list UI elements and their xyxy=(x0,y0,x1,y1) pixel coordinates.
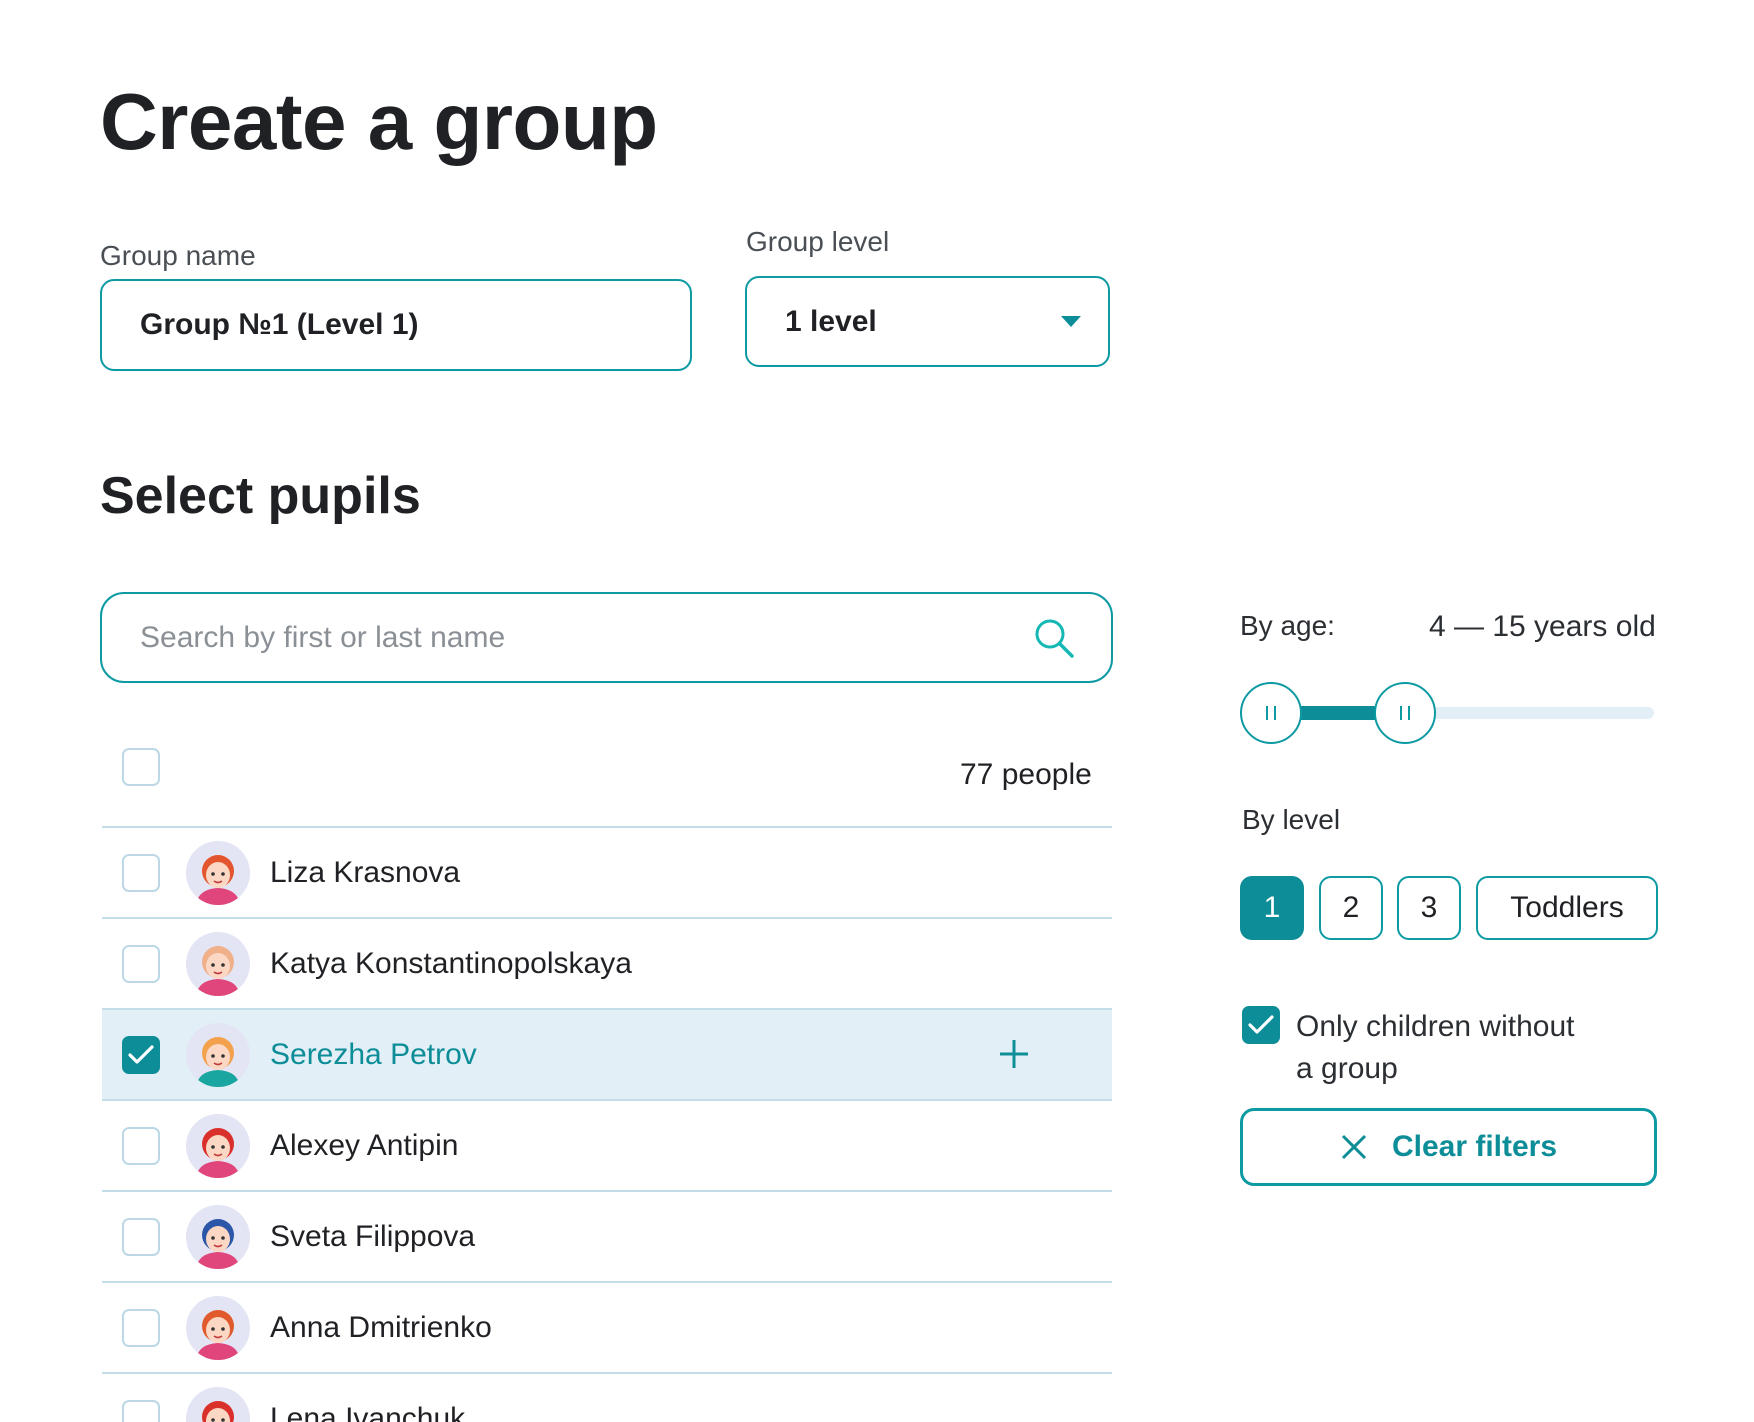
pupil-name: Katya Konstantinopolskaya xyxy=(270,946,632,980)
age-range-slider[interactable] xyxy=(1240,681,1654,745)
avatar xyxy=(186,1113,250,1178)
group-name-value: Group №1 (Level 1) xyxy=(140,308,419,341)
avatar xyxy=(186,931,250,996)
pupil-name: Sveta Filippova xyxy=(270,1219,476,1253)
avatar-icon xyxy=(186,931,250,996)
only-without-group-label: Only children without a group xyxy=(1296,1010,1575,1085)
search-box xyxy=(100,592,1113,683)
pupil-name: Anna Dmitrienko xyxy=(270,1310,492,1344)
group-level-label: Group level xyxy=(746,226,890,257)
avatar-icon xyxy=(186,1386,250,1422)
slider-thumb-min[interactable] xyxy=(1240,682,1302,744)
pupil-checkbox[interactable] xyxy=(122,1126,160,1165)
avatar-icon xyxy=(186,1204,250,1269)
level-option-1[interactable]: 1 xyxy=(1240,876,1304,940)
grip-icon xyxy=(1399,706,1410,720)
group-level-select[interactable]: 1 level xyxy=(745,276,1110,367)
search-input[interactable] xyxy=(138,619,1033,656)
pupil-row[interactable]: Serezha Petrov xyxy=(102,1008,1112,1099)
page-title: Create a group xyxy=(100,77,658,166)
pupil-row[interactable]: Alexey Antipin xyxy=(102,1099,1112,1190)
close-icon xyxy=(1341,1134,1367,1160)
avatar-icon xyxy=(186,1022,250,1087)
search-icon[interactable] xyxy=(1033,617,1075,659)
select-all-checkbox[interactable] xyxy=(122,748,160,786)
clear-filters-label: Clear filters xyxy=(1391,1130,1558,1163)
pupil-row[interactable]: Liza Krasnova xyxy=(102,826,1112,917)
grip-icon xyxy=(1266,706,1276,720)
avatar xyxy=(186,1295,250,1360)
chevron-down-icon xyxy=(1061,315,1081,327)
pupil-checkbox[interactable] xyxy=(122,1035,160,1074)
pupil-checkbox[interactable] xyxy=(122,1399,160,1422)
add-pupil-button[interactable] xyxy=(996,1036,1032,1072)
pupil-row[interactable]: Anna Dmitrienko xyxy=(102,1281,1112,1372)
level-filter-label: By level xyxy=(1242,804,1341,835)
avatar xyxy=(186,840,250,905)
level-option-2[interactable]: 2 xyxy=(1319,876,1383,940)
avatar xyxy=(186,1022,250,1087)
avatar-icon xyxy=(186,1113,250,1178)
people-count: 77 people xyxy=(960,758,1092,791)
pupil-name: Alexey Antipin xyxy=(270,1128,459,1162)
group-name-label: Group name xyxy=(100,240,256,271)
pupil-name: Lena Ivanchuk xyxy=(270,1401,466,1422)
level-option-3[interactable]: 3 xyxy=(1397,876,1461,940)
only-without-group-checkbox[interactable] xyxy=(1242,1006,1280,1044)
age-filter-label: By age: xyxy=(1240,610,1335,641)
pupil-checkbox[interactable] xyxy=(122,944,160,983)
pupil-name: Liza Krasnova xyxy=(270,855,461,889)
pupil-checkbox[interactable] xyxy=(122,1217,160,1256)
slider-thumb-max[interactable] xyxy=(1373,682,1436,744)
age-range-value: 4 — 15 years old xyxy=(1429,610,1656,643)
pupil-name: Serezha Petrov xyxy=(270,1037,477,1071)
avatar-icon xyxy=(186,1295,250,1360)
avatar-icon xyxy=(186,840,250,905)
pupil-row[interactable]: Katya Konstantinopolskaya xyxy=(102,917,1112,1008)
clear-filters-button[interactable]: Clear filters xyxy=(1240,1108,1657,1186)
pupil-row[interactable]: Sveta Filippova xyxy=(102,1190,1112,1281)
pupil-checkbox[interactable] xyxy=(122,853,160,892)
avatar xyxy=(186,1386,250,1422)
check-icon xyxy=(128,1044,154,1064)
pupil-list: Liza Krasnova Katya Konstantinopolskaya Se… xyxy=(102,826,1112,1422)
pupil-checkbox[interactable] xyxy=(122,1308,160,1347)
check-icon xyxy=(1248,1015,1274,1034)
pupil-row[interactable]: Lena Ivanchuk xyxy=(102,1372,1112,1422)
level-option-toddlers[interactable]: Toddlers xyxy=(1476,876,1658,940)
section-title-select-pupils: Select pupils xyxy=(100,467,421,525)
group-name-field[interactable]: Group №1 (Level 1) xyxy=(100,279,692,371)
plus-icon xyxy=(1000,1040,1028,1068)
avatar xyxy=(186,1204,250,1269)
group-level-value: 1 level xyxy=(785,304,877,338)
